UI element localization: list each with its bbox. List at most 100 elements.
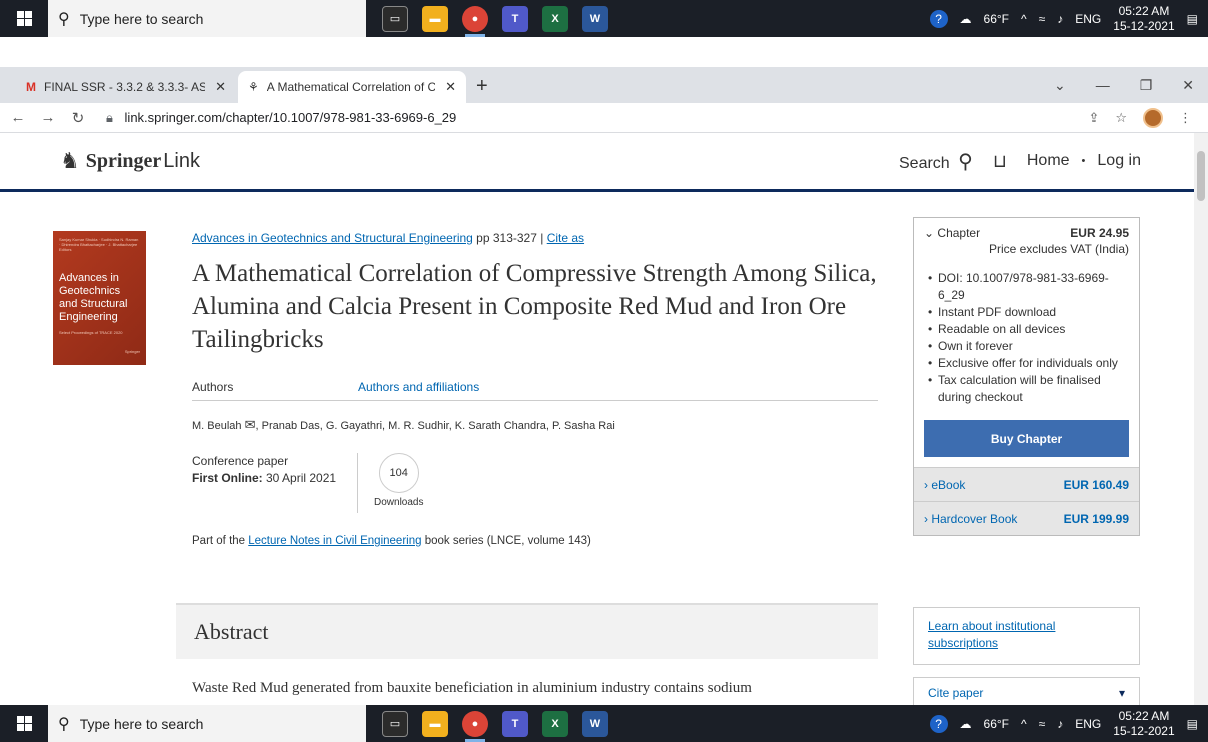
task-view-icon[interactable]: ▭ — [382, 5, 408, 32]
close-tab-icon[interactable]: ✕ — [445, 79, 456, 95]
forward-icon[interactable]: → — [36, 109, 60, 126]
file-explorer-icon[interactable]: ▬ — [422, 710, 448, 737]
start-button[interactable] — [0, 705, 48, 742]
springer-icon: ⚘ — [248, 80, 259, 94]
lock-icon[interactable]: 🔒︎ — [106, 110, 113, 125]
email-icon[interactable]: ✉ — [245, 417, 256, 432]
teams-icon[interactable]: T — [502, 5, 528, 32]
wifi-icon[interactable]: ≈ — [1039, 12, 1046, 26]
feature-pdf: Instant PDF download — [928, 304, 1129, 321]
abstract-heading: Abstract — [194, 619, 269, 644]
word-icon[interactable]: W — [582, 710, 608, 737]
tab-gmail[interactable]: M FINAL SSR - 3.3.2 & 3.3.3- AS ON ✕ — [16, 71, 236, 103]
part-of-prefix: Part of the — [192, 535, 249, 547]
chevron-right-icon: › — [924, 511, 928, 526]
back-icon[interactable]: ← — [6, 109, 30, 126]
buy-chapter-button[interactable]: Buy Chapter — [924, 420, 1129, 457]
cloud-icon: ☁ — [959, 716, 972, 731]
wifi-icon[interactable]: ≈ — [1039, 717, 1046, 731]
clock-date: 15-12-2021 — [1113, 18, 1175, 33]
gmail-icon: M — [26, 80, 36, 94]
taskbar-search-placeholder: Type here to search — [79, 715, 204, 732]
system-tray: ? ☁ 66°F ^ ≈ ♪ ENG 05:22 AM 15-12-2021 ▤ — [929, 709, 1208, 739]
close-tab-icon[interactable]: ✕ — [215, 79, 226, 95]
springerlink-logo[interactable]: ♞ Springer Link — [60, 148, 200, 174]
chevron-down-icon: ⌄ — [924, 226, 935, 240]
help-icon[interactable]: ? — [929, 9, 948, 28]
tab-search-icon[interactable]: ⌄ — [1054, 77, 1066, 94]
excel-icon[interactable]: X — [542, 710, 568, 737]
browser-tab-strip: M FINAL SSR - 3.3.2 & 3.3.3- AS ON ✕ ⚘ A… — [0, 67, 1208, 103]
minimize-icon[interactable]: — — [1096, 77, 1110, 93]
notification-icon[interactable]: ▤ — [1187, 12, 1198, 26]
volume-icon[interactable]: ♪ — [1057, 12, 1063, 26]
address-actions: ⇪ ☆ ⋮ — [1088, 107, 1208, 128]
clock[interactable]: 05:22 AM 15-12-2021 — [1113, 709, 1174, 739]
chrome-icon[interactable]: ● — [462, 710, 488, 742]
word-icon[interactable]: W — [582, 5, 608, 32]
restore-icon[interactable]: ❐ — [1140, 77, 1153, 94]
hardcover-row[interactable]: › Hardcover Book EUR 199.99 — [914, 501, 1139, 535]
chapter-label: Chapter — [937, 226, 981, 240]
taskbar-search[interactable]: ⚲ Type here to search — [48, 0, 366, 37]
close-window-icon[interactable]: ✕ — [1182, 77, 1194, 94]
search-icon: ⚲ — [58, 715, 70, 733]
new-tab-button[interactable]: + — [476, 75, 488, 98]
ebook-row[interactable]: › eBook EUR 160.49 — [914, 467, 1139, 501]
notification-icon[interactable]: ▤ — [1187, 717, 1198, 731]
clock-date: 15-12-2021 — [1113, 723, 1175, 738]
cite-paper-dropdown[interactable]: Cite paper ▾ — [913, 677, 1140, 705]
buy-box: ⌄ Chapter EUR 24.95 Price excludes VAT (… — [913, 217, 1140, 536]
task-view-icon[interactable]: ▭ — [382, 710, 408, 737]
nav-separator: • — [1081, 155, 1086, 167]
language-indicator[interactable]: ENG — [1075, 717, 1101, 731]
search-link[interactable]: Search ⚲ — [899, 149, 973, 174]
excel-icon[interactable]: X — [542, 5, 568, 32]
chevron-up-icon[interactable]: ^ — [1021, 12, 1027, 26]
tab-springer[interactable]: ⚘ A Mathematical Correlation of C ✕ — [238, 71, 466, 103]
abstract-text: Waste Red Mud generated from bauxite ben… — [192, 680, 752, 696]
book-cover[interactable]: Sanjay Kumar Shukla · Sudhindra N. Raman… — [53, 231, 146, 365]
feature-readable: Readable on all devices — [928, 321, 1129, 338]
tab-gmail-label: FINAL SSR - 3.3.2 & 3.3.3- AS ON — [44, 80, 206, 94]
chrome-icon[interactable]: ● — [462, 5, 488, 37]
scrollbar-thumb[interactable] — [1197, 151, 1205, 201]
tab-authors[interactable]: Authors — [192, 380, 358, 394]
taskbar-search[interactable]: ⚲ Type here to search — [48, 705, 366, 742]
chapter-title: A Mathematical Correlation of Compressiv… — [192, 260, 877, 353]
page-scrollbar[interactable] — [1194, 133, 1208, 705]
institutional-link[interactable]: Learn about institutional subscriptions — [913, 607, 1140, 665]
share-icon[interactable]: ⇪ — [1088, 110, 1099, 126]
reload-icon[interactable]: ↻ — [66, 109, 90, 127]
chevron-right-icon: › — [924, 477, 928, 492]
login-link[interactable]: Log in — [1097, 152, 1141, 170]
feature-exclusive: Exclusive offer for individuals only — [928, 355, 1129, 372]
language-indicator[interactable]: ENG — [1075, 12, 1101, 26]
chapter-price: EUR 24.95 — [1070, 226, 1129, 240]
file-explorer-icon[interactable]: ▬ — [422, 5, 448, 32]
profile-avatar[interactable] — [1143, 107, 1163, 128]
cart-icon[interactable]: ⊔ — [993, 151, 1007, 172]
clock[interactable]: 05:22 AM 15-12-2021 — [1113, 4, 1174, 34]
url-field[interactable]: 🔒︎ link.springer.com/chapter/10.1007/978… — [106, 110, 456, 126]
chapter-price-row[interactable]: ⌄ Chapter EUR 24.95 — [914, 218, 1139, 240]
help-icon[interactable]: ? — [929, 714, 948, 733]
author-name[interactable]: M. Beulah — [192, 420, 242, 432]
start-button[interactable] — [0, 0, 48, 37]
taskbar-top: ⚲ Type here to search ▭ ▬ ● T X W ? ☁ 66… — [0, 0, 1208, 37]
menu-icon[interactable]: ⋮ — [1179, 110, 1192, 126]
weather-text[interactable]: 66°F — [984, 12, 1009, 26]
book-title-link[interactable]: Advances in Geotechnics and Structural E… — [192, 231, 473, 245]
weather-text[interactable]: 66°F — [984, 717, 1009, 731]
cloud-icon: ☁ — [959, 11, 972, 26]
volume-icon[interactable]: ♪ — [1057, 717, 1063, 731]
downloads-label: Downloads — [374, 497, 424, 508]
teams-icon[interactable]: T — [502, 710, 528, 737]
chevron-up-icon[interactable]: ^ — [1021, 717, 1027, 731]
tab-affiliations[interactable]: Authors and affiliations — [358, 380, 479, 394]
bookmark-star-icon[interactable]: ☆ — [1115, 110, 1127, 126]
home-link[interactable]: Home — [1027, 152, 1070, 170]
cite-as-link[interactable]: Cite as — [547, 231, 584, 245]
series-link[interactable]: Lecture Notes in Civil Engineering — [248, 535, 421, 547]
book-line: Advances in Geotechnics and Structural E… — [192, 231, 882, 245]
